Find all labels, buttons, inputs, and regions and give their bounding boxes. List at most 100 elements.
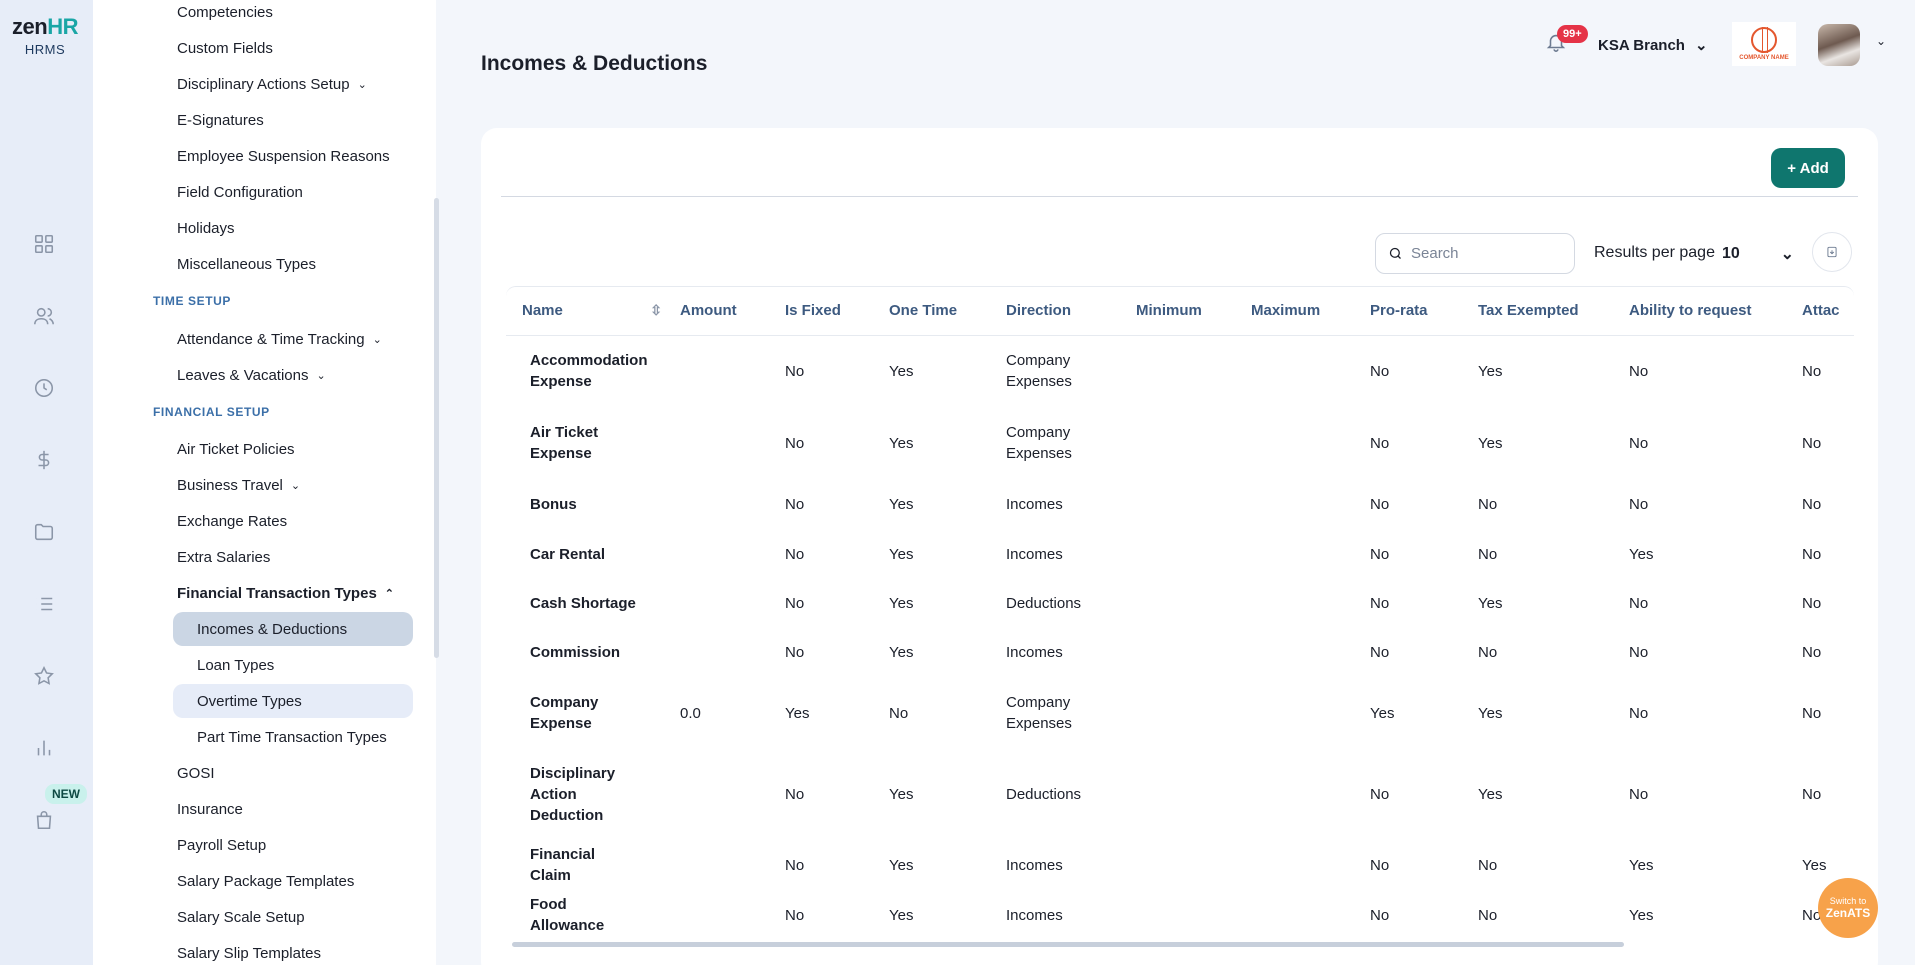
cell-maximum: [1251, 529, 1370, 579]
bag-icon[interactable]: [32, 808, 56, 832]
cell-pro-rata: No: [1370, 434, 1390, 452]
column-header[interactable]: Is Fixed: [785, 287, 889, 336]
cell-tax-exempted: No: [1478, 644, 1498, 661]
logo[interactable]: zenHR HRMS: [10, 14, 80, 57]
sidebar-item-disciplinary-actions-setup[interactable]: Disciplinary Actions Setup ⌄: [177, 76, 367, 93]
sidebar-item-disciplinary-actions-setup-label: Disciplinary Actions Setup: [177, 76, 350, 93]
sidebar-item-salary-scale-setup[interactable]: Salary Scale Setup: [177, 909, 305, 926]
sidebar-subitem-incomes-deductions[interactable]: Incomes & Deductions: [173, 612, 413, 646]
table-row[interactable]: Company Expense 0.0 Yes No Company Expenses Y…: [506, 677, 1854, 749]
sidebar-item-exchange-rates-label: Exchange Rates: [177, 513, 288, 530]
cell-ability: No: [1629, 434, 1649, 452]
sidebar-item-employee-suspension-reasons[interactable]: Employee Suspension Reasons: [177, 148, 390, 165]
clock-icon[interactable]: [32, 376, 56, 400]
cell-maximum: [1251, 890, 1370, 940]
cell-amount: [680, 890, 785, 940]
cell-direction: Incomes: [1006, 906, 1063, 924]
sidebar-item-salary-scale-setup-label: Salary Scale Setup: [177, 909, 305, 926]
sidebar-item-competencies[interactable]: Competencies: [177, 4, 273, 21]
dollar-icon[interactable]: [32, 448, 56, 472]
sidebar-item-air-ticket-policies[interactable]: Air Ticket Policies: [177, 441, 295, 458]
icon-rail: zenHR HRMS NEW: [0, 0, 93, 965]
sidebar-item-insurance-label: Insurance: [177, 801, 243, 818]
sidebar-subitem-part-time-transaction-types[interactable]: Part Time Transaction Types: [173, 720, 413, 754]
sidebar-item-e-signatures-label: E-Signatures: [177, 112, 264, 129]
cell-maximum: [1251, 749, 1370, 840]
sidebar-scrollbar[interactable]: [434, 198, 439, 658]
star-icon[interactable]: [32, 664, 56, 688]
column-header[interactable]: Name ⇳: [506, 287, 680, 336]
chevron-down-icon: ⌄: [1694, 37, 1708, 54]
sidebar-subitem-overtime-types[interactable]: Overtime Types: [173, 684, 413, 718]
sidebar-item-payroll-setup[interactable]: Payroll Setup: [177, 837, 266, 854]
sidebar-item-extra-salaries[interactable]: Extra Salaries: [177, 549, 270, 566]
add-button[interactable]: + Add: [1771, 148, 1845, 188]
cell-direction: Incomes: [1006, 495, 1063, 513]
cell-direction: Incomes: [1006, 644, 1063, 661]
sidebar-item-attendance-time-tracking[interactable]: Attendance & Time Tracking ⌄: [177, 331, 382, 348]
table-row[interactable]: Air Ticket Expense No Yes Company Expenses N…: [506, 407, 1854, 479]
sidebar-item-miscellaneous-types[interactable]: Miscellaneous Types: [177, 256, 316, 273]
sidebar-item-gosi-label: GOSI: [177, 765, 215, 782]
list-icon[interactable]: [32, 592, 56, 616]
sort-icon[interactable]: ⇳: [650, 302, 662, 319]
cell-attach: No: [1802, 362, 1822, 380]
switch-to-zenats-button[interactable]: Switch to ZenATS: [1818, 878, 1878, 938]
cell-tax-exempted: No: [1478, 545, 1498, 563]
cell-is-fixed: No: [785, 856, 805, 874]
logo-main: zen: [12, 14, 48, 39]
column-header[interactable]: Amount: [680, 287, 785, 336]
sidebar-item-salary-package-templates[interactable]: Salary Package Templates: [177, 873, 354, 890]
column-header[interactable]: Attac: [1802, 287, 1854, 336]
sidebar-item-field-configuration[interactable]: Field Configuration: [177, 184, 303, 201]
sidebar-item-custom-fields[interactable]: Custom Fields: [177, 40, 273, 57]
table-row[interactable]: Accommodation Expense No Yes Company Expens…: [506, 335, 1854, 407]
sidebar-item-salary-slip-templates[interactable]: Salary Slip Templates: [177, 945, 321, 962]
sidebar-item-field-configuration-label: Field Configuration: [177, 184, 303, 201]
horizontal-scrollbar[interactable]: [512, 942, 1624, 947]
table-row[interactable]: Financial Claim No Yes Incomes No No Yes Yes: [506, 840, 1854, 890]
chevron-down-icon: ⌄: [372, 334, 382, 346]
data-table: Name ⇳ Amount Is Fixed One Time Direction Mini…: [506, 286, 1854, 946]
column-header[interactable]: Maximum: [1251, 287, 1370, 336]
sidebar-item-e-signatures[interactable]: E-Signatures: [177, 112, 264, 129]
column-header[interactable]: Ability to request: [1629, 287, 1802, 336]
column-header[interactable]: Minimum: [1136, 287, 1251, 336]
column-header[interactable]: Pro-rata: [1370, 287, 1478, 336]
globe-icon: [1751, 27, 1777, 53]
column-header[interactable]: Direction: [1006, 287, 1136, 336]
sidebar-subitem-loan-types[interactable]: Loan Types: [173, 648, 413, 682]
table-row[interactable]: Cash Shortage No Yes Deductions No Yes No No: [506, 579, 1854, 628]
sidebar-item-insurance[interactable]: Insurance: [177, 801, 243, 818]
sidebar-item-gosi[interactable]: GOSI: [177, 765, 215, 782]
table-row[interactable]: Food Allowance No Yes Incomes No No Yes No: [506, 890, 1854, 940]
chevron-up-icon: ⌃: [384, 588, 395, 600]
table-row[interactable]: Commission No Yes Incomes No No No No: [506, 628, 1854, 677]
results-per-page-select[interactable]: 10 ⌄: [1722, 244, 1794, 264]
column-header[interactable]: Tax Exempted: [1478, 287, 1629, 336]
grid-icon[interactable]: [32, 232, 56, 256]
cell-pro-rata: No: [1370, 906, 1390, 924]
sidebar-item-exchange-rates[interactable]: Exchange Rates: [177, 513, 287, 530]
folder-icon[interactable]: [32, 520, 56, 544]
sidebar-item-holidays[interactable]: Holidays: [177, 220, 235, 237]
users-icon[interactable]: [32, 304, 56, 328]
cell-ability: No: [1629, 595, 1649, 612]
branch-selector[interactable]: KSA Branch ⌄: [1598, 36, 1708, 55]
chart-icon[interactable]: [32, 736, 56, 760]
column-header[interactable]: One Time: [889, 287, 1006, 336]
table-row[interactable]: Bonus No Yes Incomes No No No No: [506, 479, 1854, 529]
zenats-line1: Switch to: [1829, 896, 1867, 906]
sidebar-item-salary-package-templates-label: Salary Package Templates: [177, 873, 355, 890]
search-input[interactable]: [1411, 245, 1561, 262]
export-button[interactable]: [1812, 232, 1852, 272]
sidebar-item-leaves-vacations[interactable]: Leaves & Vacations ⌄: [177, 367, 326, 384]
sidebar-item-business-travel[interactable]: Business Travel ⌄: [177, 477, 300, 494]
table-row[interactable]: Car Rental No Yes Incomes No No Yes No: [506, 529, 1854, 579]
avatar[interactable]: [1818, 24, 1860, 66]
search-box[interactable]: [1375, 233, 1575, 274]
chevron-down-icon[interactable]: ⌄: [1876, 34, 1886, 48]
cell-pro-rata: No: [1370, 595, 1390, 612]
sidebar-item-financial-transaction-types[interactable]: Financial Transaction Types ⌃: [177, 585, 394, 602]
table-row[interactable]: Disciplinary Action Deduction No Yes Deduct…: [506, 749, 1854, 840]
